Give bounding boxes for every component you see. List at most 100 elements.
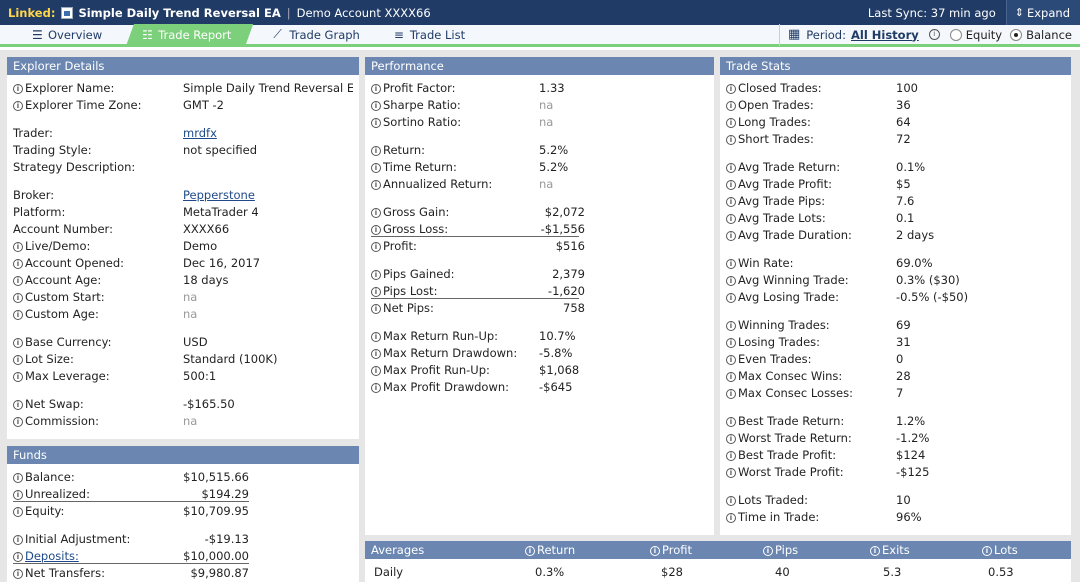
- stat-label-text: Sharpe Ratio:: [383, 98, 461, 112]
- info-icon[interactable]: i: [726, 163, 736, 173]
- info-icon[interactable]: i: [13, 276, 23, 286]
- info-icon[interactable]: i: [13, 84, 23, 94]
- info-icon[interactable]: i: [726, 321, 736, 331]
- info-icon[interactable]: i: [13, 293, 23, 303]
- info-icon[interactable]: i: [726, 496, 736, 506]
- info-icon[interactable]: i: [13, 101, 23, 111]
- stat-row: i Gross Loss: -$1,556: [371, 221, 701, 237]
- period-selector: ▦ Period: All History i Equity Balance: [778, 23, 1080, 46]
- info-icon[interactable]: i: [371, 118, 381, 128]
- info-icon[interactable]: i: [726, 180, 736, 190]
- info-icon[interactable]: i: [371, 270, 381, 280]
- info-icon[interactable]: i: [726, 468, 736, 478]
- stat-row: i Worst Trade Return: -1.2%: [726, 430, 1066, 446]
- stat-label-text: Gross Gain:: [383, 205, 450, 219]
- info-icon[interactable]: i: [726, 355, 736, 365]
- stat-label-text: Best Trade Return:: [738, 414, 845, 428]
- stat-label-text: Commission:: [25, 414, 100, 428]
- info-icon[interactable]: i: [726, 389, 736, 399]
- info-icon[interactable]: i: [928, 29, 940, 40]
- stat-value: 1.33: [539, 81, 565, 95]
- stat-label: Trading Style:: [13, 142, 92, 158]
- info-icon[interactable]: i: [13, 473, 23, 483]
- stat-row: i Net Swap: -$165.50: [13, 396, 353, 412]
- info-icon[interactable]: i: [371, 163, 381, 173]
- info-icon[interactable]: i: [371, 242, 381, 252]
- info-icon[interactable]: i: [371, 101, 381, 111]
- info-icon[interactable]: i: [726, 84, 736, 94]
- stat-row: Trader: mrdfx: [13, 125, 353, 141]
- info-icon[interactable]: i: [726, 513, 736, 523]
- stat-value: 36: [896, 98, 911, 112]
- info-icon[interactable]: i: [726, 417, 736, 427]
- info-icon[interactable]: i: [13, 372, 23, 382]
- expand-icon: ⇕: [1014, 6, 1024, 19]
- nav-bar: ☰ Overview ☷ Trade Report ⟋ Trade Graph ≡ Tr…: [0, 23, 1080, 47]
- stat-label-text: Avg Trade Lots:: [738, 211, 826, 225]
- info-icon[interactable]: i: [726, 118, 736, 128]
- info-icon[interactable]: i: [371, 383, 381, 393]
- stat-row: i Avg Winning Trade: 0.3% ($30): [726, 272, 1066, 288]
- info-icon[interactable]: i: [371, 208, 381, 218]
- avg-lots-value: 0.53: [988, 565, 1014, 579]
- info-icon[interactable]: i: [13, 535, 23, 545]
- expand-button[interactable]: ⇕ Expand: [1005, 0, 1080, 25]
- info-icon[interactable]: i: [13, 490, 23, 500]
- stat-label-text: Winning Trades:: [738, 318, 830, 332]
- stat-label: i Deposits:: [13, 548, 79, 564]
- info-icon[interactable]: i: [726, 231, 736, 241]
- info-icon[interactable]: i: [371, 349, 381, 359]
- tab-trade-list[interactable]: ≡ Trade List: [380, 24, 479, 46]
- info-icon[interactable]: i: [371, 287, 381, 297]
- info-icon[interactable]: i: [726, 451, 736, 461]
- info-icon[interactable]: i: [13, 338, 23, 348]
- stat-row: i Closed Trades: 100: [726, 80, 1066, 96]
- info-icon[interactable]: i: [13, 242, 23, 252]
- info-icon[interactable]: i: [13, 355, 23, 365]
- stat-label: i Custom Start:: [13, 289, 105, 305]
- info-icon[interactable]: i: [726, 101, 736, 111]
- info-icon[interactable]: i: [371, 332, 381, 342]
- expand-label: Expand: [1026, 5, 1070, 20]
- info-icon[interactable]: i: [726, 259, 736, 269]
- period-dropdown[interactable]: All History: [851, 28, 919, 42]
- stat-label: i Profit:: [371, 238, 417, 254]
- info-icon[interactable]: i: [13, 417, 23, 427]
- info-icon[interactable]: i: [726, 372, 736, 382]
- info-icon[interactable]: i: [13, 310, 23, 320]
- balance-radio[interactable]: [1010, 28, 1023, 41]
- tab-trade-report[interactable]: ☷ Trade Report: [126, 24, 253, 46]
- stat-row: Strategy Description:: [13, 159, 353, 175]
- info-icon[interactable]: i: [371, 146, 381, 156]
- stat-value[interactable]: mrdfx: [183, 125, 217, 141]
- info-icon[interactable]: i: [371, 366, 381, 376]
- info-icon[interactable]: i: [726, 276, 736, 286]
- info-icon[interactable]: i: [726, 338, 736, 348]
- stat-value: $194.29: [201, 487, 249, 501]
- info-icon[interactable]: i: [371, 180, 381, 190]
- info-icon[interactable]: i: [371, 304, 381, 314]
- info-icon[interactable]: i: [13, 259, 23, 269]
- info-icon[interactable]: i: [726, 135, 736, 145]
- info-icon[interactable]: i: [371, 225, 381, 235]
- info-icon[interactable]: i: [13, 507, 23, 517]
- stat-value: GMT -2: [183, 98, 224, 112]
- stat-row: i Sharpe Ratio: na: [371, 97, 701, 113]
- stat-label: i Avg Trade Return:: [726, 159, 840, 175]
- info-icon[interactable]: i: [726, 197, 736, 207]
- info-icon[interactable]: i: [726, 293, 736, 303]
- info-icon[interactable]: i: [726, 434, 736, 444]
- stat-value[interactable]: Pepperstone: [183, 187, 255, 203]
- avg-exits-value: 5.3: [883, 565, 902, 579]
- info-icon[interactable]: i: [13, 552, 23, 562]
- info-icon[interactable]: i: [726, 214, 736, 224]
- info-icon[interactable]: i: [13, 400, 23, 410]
- stat-value: $5: [896, 177, 911, 191]
- equity-radio[interactable]: [949, 28, 962, 41]
- stat-label-text: Closed Trades:: [738, 81, 822, 95]
- tab-overview[interactable]: ☰ Overview: [18, 24, 116, 46]
- info-icon[interactable]: i: [13, 569, 23, 579]
- info-icon[interactable]: i: [371, 84, 381, 94]
- tab-trade-graph[interactable]: ⟋ Trade Graph: [259, 24, 373, 46]
- stat-label-text[interactable]: Deposits:: [25, 549, 79, 563]
